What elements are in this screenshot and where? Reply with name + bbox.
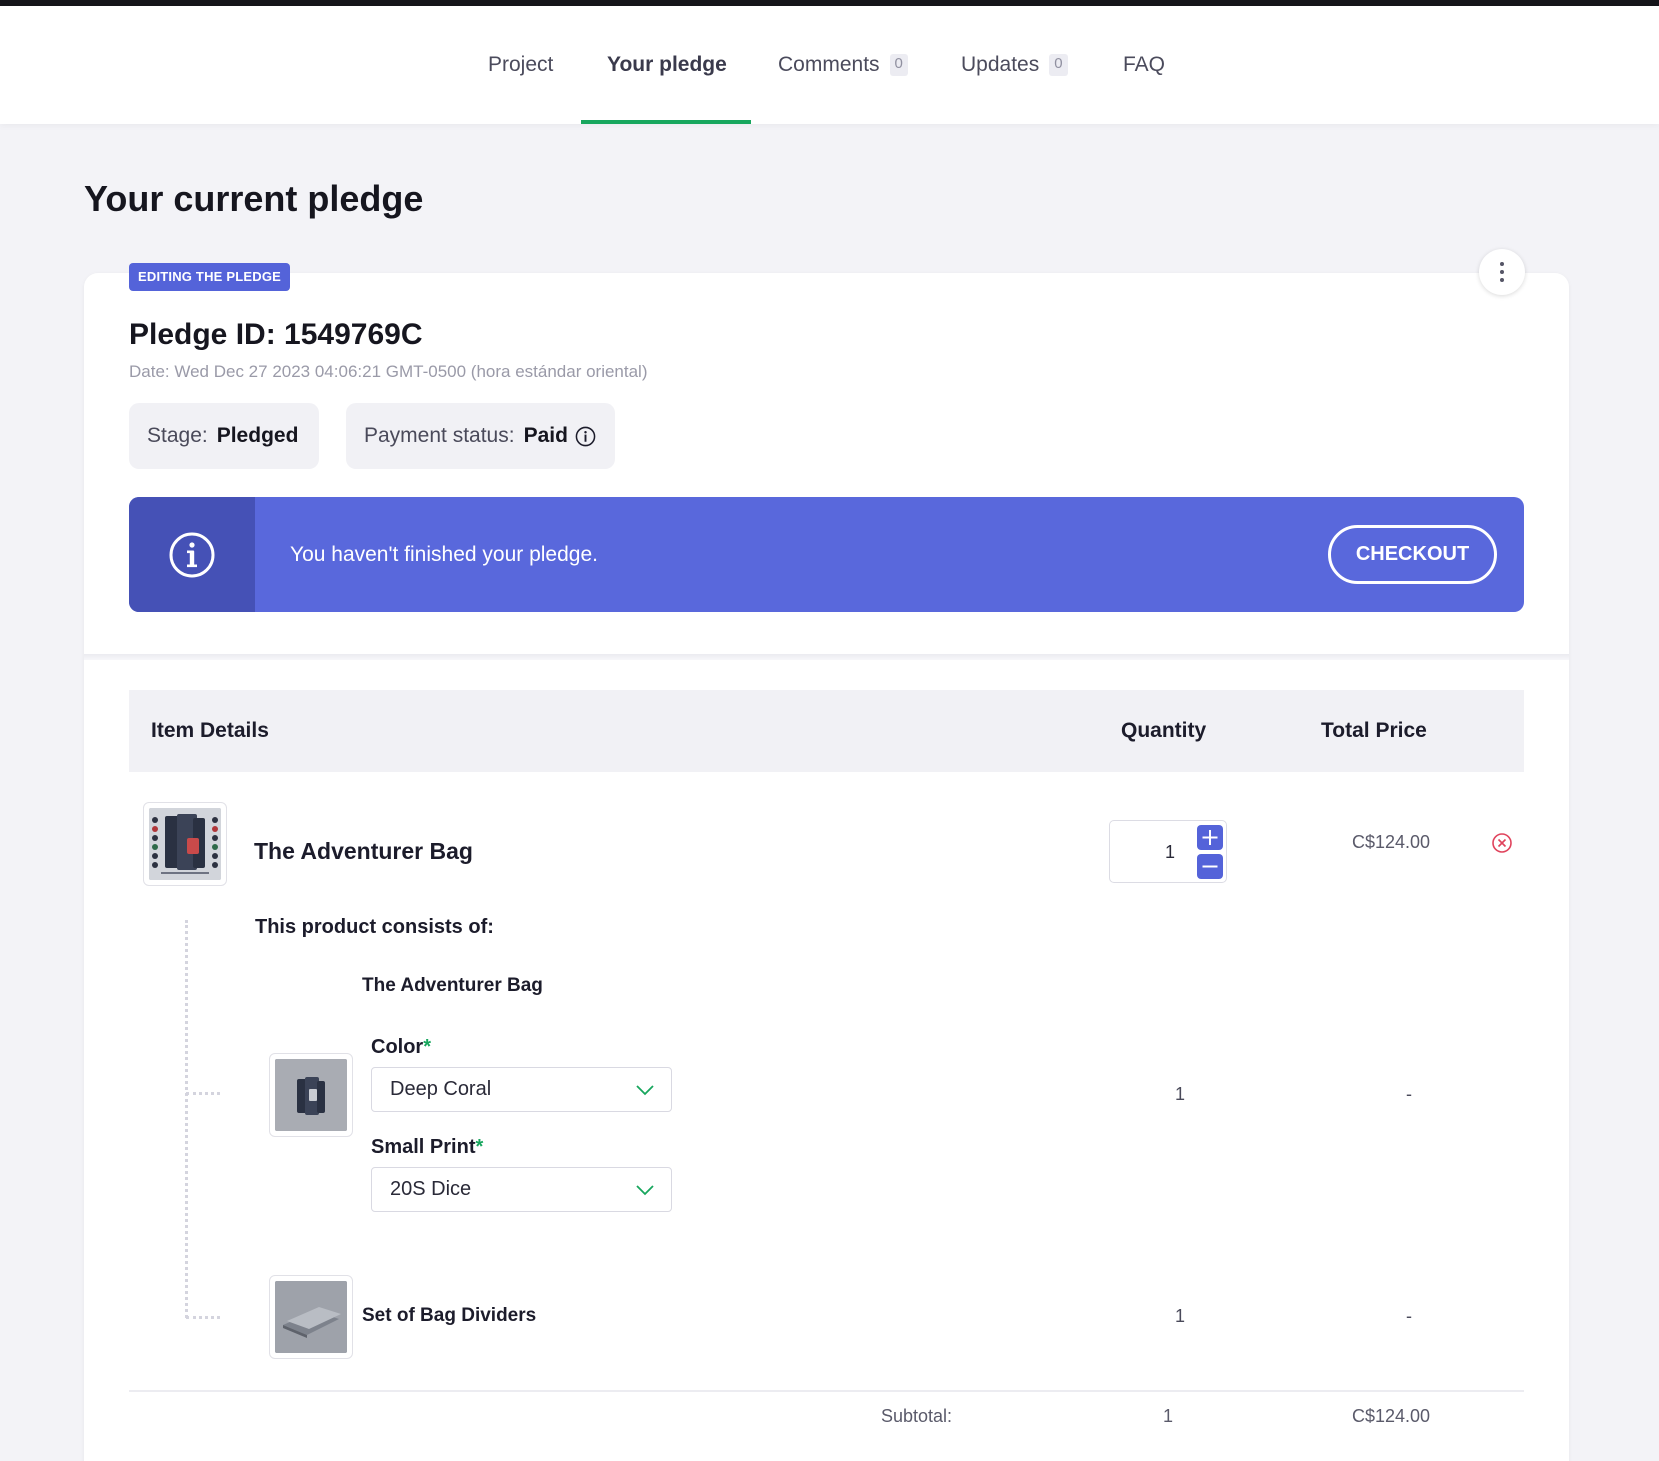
component-tree-line <box>185 920 188 1318</box>
small-print-selected-value: 20S Dice <box>390 1178 472 1200</box>
tab-navigation: Project Your pledge Comments 0 Updates 0 F… <box>0 6 1659 124</box>
product-consists-label: This product consists of: <box>255 916 494 938</box>
component-name: The Adventurer Bag <box>362 975 543 996</box>
stage-pill: Stage: Pledged <box>129 403 319 469</box>
component-tree-branch <box>186 1092 220 1095</box>
page-title: Your current pledge <box>84 178 424 219</box>
component-name: Set of Bag Dividers <box>362 1305 537 1326</box>
subtotal-divider <box>129 1390 1524 1392</box>
component-image <box>275 1059 347 1131</box>
color-selected-value: Deep Coral <box>390 1078 492 1100</box>
component-tree-branch <box>186 1316 220 1319</box>
component-quantity: 1 <box>1175 1306 1186 1326</box>
increase-quantity-button[interactable] <box>1197 825 1223 850</box>
header-quantity: Quantity <box>1121 719 1207 742</box>
tab-project[interactable]: Project <box>488 6 553 124</box>
chevron-down-icon <box>636 1085 654 1096</box>
component-thumbnail <box>269 1275 353 1359</box>
tab-comments[interactable]: Comments 0 <box>778 6 908 124</box>
editing-badge: EDITING THE PLEDGE <box>129 263 291 291</box>
minus-icon <box>1202 865 1218 868</box>
items-table-header: Item Details Quantity Total Price <box>129 690 1524 772</box>
payment-status-pill: Payment status: Paid <box>346 403 615 469</box>
card-divider <box>84 654 1569 660</box>
component-quantity: 1 <box>1175 1084 1186 1104</box>
header-item-details: Item Details <box>151 719 269 742</box>
color-select[interactable]: Deep Coral <box>371 1067 672 1112</box>
component-thumbnail <box>269 1053 353 1137</box>
payment-status-label: Payment status: <box>364 424 515 447</box>
item-name: The Adventurer Bag <box>254 838 473 864</box>
remove-circle-icon[interactable] <box>1491 832 1513 854</box>
quantity-value: 1 <box>1165 842 1176 862</box>
alert-message: You haven't finished your pledge. <box>290 543 598 566</box>
quantity-stepper[interactable]: 1 <box>1109 820 1227 883</box>
subtotal-price: C$124.00 <box>1352 1406 1431 1426</box>
tab-faq[interactable]: FAQ <box>1123 6 1165 124</box>
item-total-price: C$124.00 <box>1352 832 1431 852</box>
info-icon[interactable] <box>575 426 596 447</box>
small-print-select[interactable]: 20S Dice <box>371 1167 672 1212</box>
component-price: - <box>1406 1306 1412 1326</box>
component-price: - <box>1406 1084 1412 1104</box>
color-option-label: Color* <box>371 1036 432 1058</box>
payment-status-value: Paid <box>523 424 568 447</box>
active-tab-underline <box>581 120 751 124</box>
product-thumbnail <box>143 802 227 886</box>
dividers-illustration-icon <box>275 1281 347 1353</box>
subtotal-label: Subtotal: <box>881 1406 953 1426</box>
subtotal-quantity: 1 <box>1163 1406 1174 1426</box>
bag-dividers-image <box>275 1281 347 1353</box>
pledge-date: Date: Wed Dec 27 2023 04:06:21 GMT-0500 … <box>129 362 648 381</box>
checkout-button[interactable]: CHECKOUT <box>1328 525 1497 584</box>
adventurer-bag-image <box>149 808 221 880</box>
plus-icon <box>1202 830 1218 845</box>
small-print-option-label: Small Print* <box>371 1136 484 1158</box>
updates-count-badge: 0 <box>1049 54 1068 76</box>
tab-updates[interactable]: Updates 0 <box>961 6 1068 124</box>
comments-count-badge: 0 <box>889 54 908 76</box>
pledge-id: Pledge ID: 1549769C <box>129 318 423 351</box>
stage-label: Stage: <box>147 424 208 447</box>
bag-illustration-icon <box>149 808 221 880</box>
tab-your-pledge[interactable]: Your pledge <box>607 6 727 124</box>
header-total-price: Total Price <box>1321 719 1427 742</box>
chevron-down-icon <box>636 1185 654 1196</box>
kebab-menu-icon[interactable] <box>1479 249 1525 295</box>
unfinished-pledge-alert: You haven't finished your pledge. CHECKO… <box>129 497 1524 612</box>
stage-value: Pledged <box>216 424 299 447</box>
info-icon <box>169 532 215 577</box>
decrease-quantity-button[interactable] <box>1197 854 1223 879</box>
alert-icon-box <box>129 497 255 612</box>
bag-illustration-icon <box>275 1059 347 1131</box>
